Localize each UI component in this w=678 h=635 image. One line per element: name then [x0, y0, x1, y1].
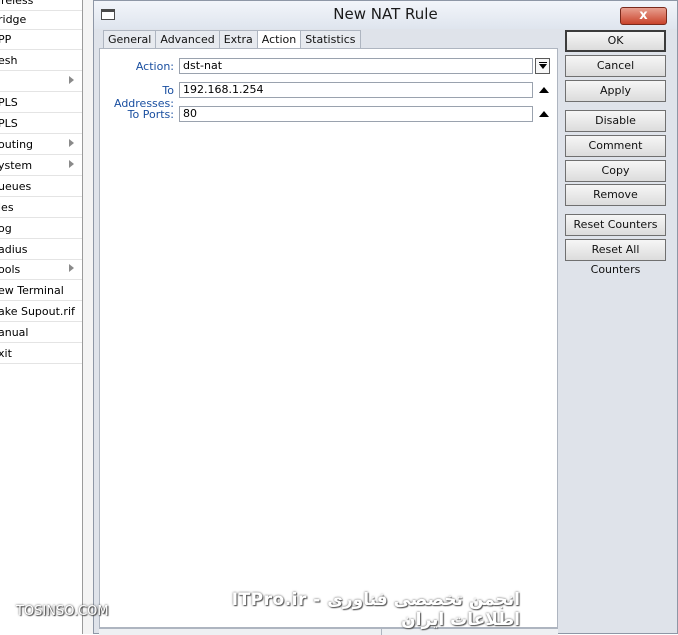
- sidebar-item-label: adius: [0, 243, 28, 256]
- sidebar-item-manual[interactable]: anual: [0, 323, 82, 343]
- sidebar-item-mesh[interactable]: esh: [0, 51, 82, 71]
- submenu-arrow-icon: [69, 139, 74, 147]
- watermark-tosinso: TOSINSO.COM: [16, 604, 109, 619]
- window-title: New NAT Rule: [333, 5, 438, 23]
- sidebar-item-label: og: [0, 222, 12, 235]
- sidebar-item-new-terminal[interactable]: ew Terminal: [0, 281, 82, 301]
- sidebar-item-label: ireless: [0, 0, 34, 7]
- sidebar-item-make-supout[interactable]: ake Supout.rif: [0, 302, 82, 322]
- action-select[interactable]: dst-nat: [179, 58, 533, 74]
- collapse-arrow-icon[interactable]: [539, 111, 549, 117]
- sidebar-item-ppp[interactable]: PP: [0, 30, 82, 50]
- reset-all-counters-button[interactable]: Reset All Counters: [565, 239, 666, 276]
- sidebar-item-label: ools: [0, 263, 21, 276]
- ok-button[interactable]: OK: [565, 30, 666, 52]
- sidebar-item-mpls[interactable]: PLS: [0, 93, 82, 113]
- sidebar-item-vpls[interactable]: PLS: [0, 114, 82, 134]
- sidebar-item-tools[interactable]: ools: [0, 260, 82, 280]
- to-addresses-label: To Addresses:: [113, 84, 174, 110]
- sidebar-item-queues[interactable]: ueues: [0, 177, 82, 197]
- disable-button[interactable]: Disable: [565, 110, 666, 132]
- submenu-arrow-icon: [69, 76, 74, 84]
- sidebar-item-label: ridge: [0, 13, 27, 26]
- sidebar-item-radius[interactable]: adius: [0, 240, 82, 260]
- sidebar-item-routing[interactable]: outing: [0, 135, 82, 155]
- action-panel: Action: dst-nat To Addresses: 192.168.1.…: [99, 48, 558, 628]
- sidebar-item-label: ueues: [0, 180, 32, 193]
- remove-button[interactable]: Remove: [565, 184, 666, 206]
- tab-bar: General Advanced Extra Action Statistics: [103, 30, 361, 49]
- copy-button[interactable]: Copy: [565, 160, 666, 182]
- sidebar-item-label: anual: [0, 326, 29, 339]
- submenu-arrow-icon: [69, 264, 74, 272]
- submenu-arrow-icon: [69, 160, 74, 168]
- tab-extra[interactable]: Extra: [218, 30, 258, 48]
- cancel-button[interactable]: Cancel: [565, 55, 666, 77]
- apply-button[interactable]: Apply: [565, 80, 666, 102]
- sidebar-item-label: xit: [0, 347, 12, 360]
- reset-counters-button[interactable]: Reset Counters: [565, 214, 666, 236]
- sidebar-item-label: ew Terminal: [0, 284, 64, 297]
- sidebar-item-label: PLS: [0, 117, 18, 130]
- sidebar-item-label: ake Supout.rif: [0, 305, 75, 318]
- to-ports-input[interactable]: 80: [179, 106, 533, 122]
- comment-button[interactable]: Comment: [565, 135, 666, 157]
- window-titlebar[interactable]: New NAT Rule x: [94, 1, 677, 29]
- sidebar-item-system[interactable]: ystem: [0, 156, 82, 176]
- workspace-background: [83, 0, 93, 634]
- tab-action[interactable]: Action: [256, 30, 302, 49]
- close-button[interactable]: x: [620, 7, 667, 25]
- sidebar-item-label: PP: [0, 33, 12, 46]
- watermark-itpro: ITPro.ir - انجمن تخصصی فناوری اطلاعات ای…: [231, 590, 520, 630]
- sidebar-item-files[interactable]: les: [0, 198, 82, 218]
- sidebar-item-label: outing: [0, 138, 34, 151]
- to-addresses-input[interactable]: 192.168.1.254: [179, 82, 533, 98]
- sidebar-item-log[interactable]: og: [0, 219, 82, 239]
- sidebar-item-ip[interactable]: [0, 72, 82, 92]
- nat-rule-window: New NAT Rule x General Advanced Extra Ac…: [93, 0, 678, 635]
- collapse-arrow-icon[interactable]: [539, 87, 549, 93]
- tab-statistics[interactable]: Statistics: [300, 30, 361, 48]
- tab-advanced[interactable]: Advanced: [155, 30, 220, 48]
- sidebar-item-exit[interactable]: xit: [0, 344, 82, 364]
- tab-general[interactable]: General: [103, 30, 157, 48]
- sidebar-item-label: ystem: [0, 159, 33, 172]
- sidebar-item-bridge[interactable]: ridge: [0, 10, 82, 30]
- action-label: Action:: [135, 60, 174, 73]
- sidebar-item-label: esh: [0, 54, 18, 67]
- sidebar-item-label: PLS: [0, 96, 18, 109]
- sidebar-item-label: les: [0, 201, 14, 214]
- sidebar-menu: ireless ridge PP esh PLS PLS outing yste…: [0, 0, 83, 634]
- dropdown-arrow-icon[interactable]: [535, 58, 550, 74]
- to-ports-label: To Ports:: [127, 108, 174, 121]
